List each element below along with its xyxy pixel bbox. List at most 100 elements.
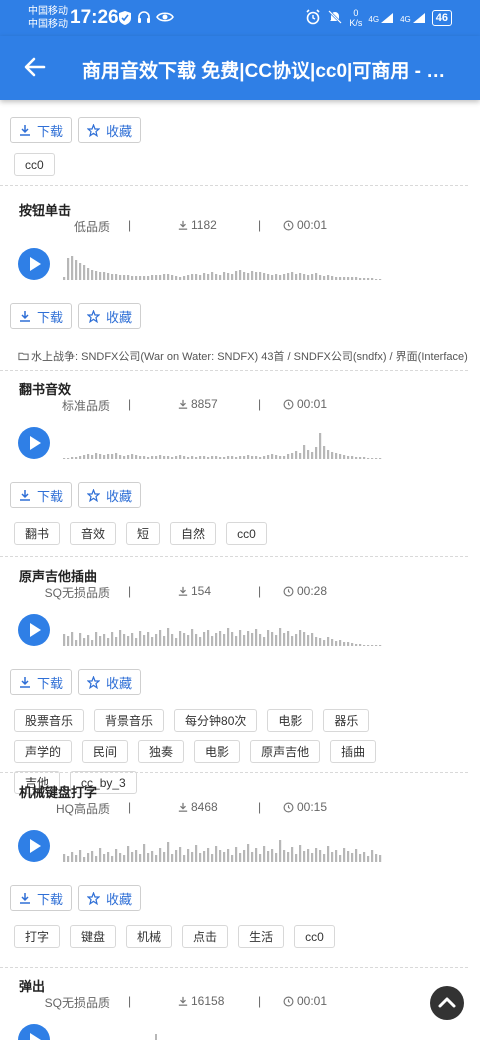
star-icon bbox=[87, 488, 101, 502]
wave-bar bbox=[163, 852, 166, 862]
play-button[interactable] bbox=[18, 427, 50, 459]
wave-bar bbox=[191, 456, 194, 459]
play-button[interactable] bbox=[18, 1024, 50, 1040]
back-arrow-icon[interactable] bbox=[20, 52, 50, 82]
wave-bar bbox=[187, 635, 190, 646]
wave-bar bbox=[307, 450, 310, 459]
waveform[interactable] bbox=[63, 822, 383, 862]
star-icon bbox=[87, 675, 101, 689]
star-icon bbox=[87, 309, 101, 323]
download-button[interactable]: 下载 bbox=[10, 885, 73, 911]
tag[interactable]: 每分钟80次 bbox=[174, 709, 258, 732]
wave-bar bbox=[67, 458, 70, 459]
tag[interactable]: 民间 bbox=[82, 740, 129, 763]
tag[interactable]: cc0 bbox=[226, 522, 267, 545]
tag[interactable]: cc0 bbox=[294, 925, 335, 948]
play-button[interactable] bbox=[18, 248, 50, 280]
wave-bar bbox=[231, 855, 234, 862]
wave-bar bbox=[255, 848, 258, 862]
waveform[interactable] bbox=[63, 606, 383, 646]
wave-bar bbox=[231, 456, 234, 459]
waveform[interactable] bbox=[63, 1016, 383, 1040]
wave-bar bbox=[83, 857, 86, 862]
mute-icon bbox=[327, 9, 343, 28]
waveform[interactable] bbox=[63, 419, 383, 459]
wave-bar bbox=[247, 273, 250, 280]
wave-bar bbox=[363, 645, 366, 646]
sound-title: 弹出 bbox=[19, 979, 46, 994]
tag[interactable]: 股票音乐 bbox=[14, 709, 85, 732]
tag[interactable]: 器乐 bbox=[323, 709, 370, 732]
wave-bar bbox=[135, 638, 138, 646]
wave-bar bbox=[211, 636, 214, 646]
wave-bar bbox=[123, 456, 126, 459]
wave-bar bbox=[63, 854, 66, 862]
favorite-button[interactable]: 收藏 bbox=[78, 117, 142, 143]
wave-bar bbox=[211, 272, 214, 280]
wave-bar bbox=[211, 456, 214, 459]
tag[interactable]: 自然 bbox=[170, 522, 217, 545]
tag[interactable]: 声学的 bbox=[14, 740, 73, 763]
wave-bar bbox=[287, 273, 290, 280]
tag[interactable]: 打字 bbox=[14, 925, 61, 948]
wave-bar bbox=[303, 632, 306, 646]
download-button[interactable]: 下载 bbox=[10, 303, 73, 329]
tag[interactable]: cc0 bbox=[14, 153, 55, 176]
tag[interactable]: 键盘 bbox=[70, 925, 117, 948]
tag[interactable]: 插曲 bbox=[330, 740, 377, 763]
favorite-button[interactable]: 收藏 bbox=[78, 885, 142, 911]
tag[interactable]: 机械 bbox=[126, 925, 173, 948]
wave-bar bbox=[295, 274, 298, 280]
wave-bar bbox=[199, 456, 202, 459]
wave-bar bbox=[343, 642, 346, 646]
download-count-icon bbox=[178, 586, 188, 596]
tag[interactable]: 短 bbox=[126, 522, 161, 545]
wave-bar bbox=[167, 842, 170, 862]
tag[interactable]: 电影 bbox=[267, 709, 314, 732]
wave-bar bbox=[179, 455, 182, 459]
wave-bar bbox=[203, 273, 206, 280]
tag[interactable]: 点击 bbox=[182, 925, 229, 948]
status-bar: 中国移动 中国移动 17:26 0 K/s 4G 4G 46 bbox=[0, 0, 480, 36]
favorite-button[interactable]: 收藏 bbox=[78, 669, 142, 695]
source-path[interactable]: 水上战争: SNDFX公司(War on Water: SNDFX) 43首 /… bbox=[18, 348, 468, 364]
wave-bar bbox=[375, 645, 378, 646]
tag[interactable]: 背景音乐 bbox=[94, 709, 165, 732]
wave-bar bbox=[147, 457, 150, 459]
tag[interactable]: 独奏 bbox=[138, 740, 185, 763]
wave-bar bbox=[259, 457, 262, 459]
signal-icon-2: 4G bbox=[400, 12, 426, 24]
app-bar: 商用音效下载 免费|CC协议|cc0|可商用 - … bbox=[0, 36, 480, 100]
download-count: 154 bbox=[191, 584, 212, 598]
clock-icon bbox=[283, 996, 294, 1006]
wave-bar bbox=[167, 456, 170, 459]
favorite-button[interactable]: 收藏 bbox=[78, 303, 142, 329]
tag[interactable]: 翻书 bbox=[14, 522, 61, 545]
scroll-to-top-button[interactable] bbox=[430, 986, 464, 1020]
wave-bar bbox=[255, 272, 258, 280]
wave-bar bbox=[291, 847, 294, 862]
wave-bar bbox=[219, 631, 222, 646]
wave-bar bbox=[191, 274, 194, 280]
tag[interactable]: 原声吉他 bbox=[250, 740, 321, 763]
wave-bar bbox=[147, 276, 150, 280]
wave-bar bbox=[263, 456, 266, 459]
wave-bar bbox=[63, 634, 66, 646]
sound-title: 原声吉他插曲 bbox=[19, 569, 98, 584]
wave-bar bbox=[171, 634, 174, 646]
tag[interactable]: 生活 bbox=[238, 925, 285, 948]
favorite-button[interactable]: 收藏 bbox=[78, 482, 142, 508]
wave-bar bbox=[99, 454, 102, 459]
wave-bar bbox=[175, 850, 178, 862]
waveform[interactable] bbox=[63, 240, 383, 280]
play-button[interactable] bbox=[18, 614, 50, 646]
download-button[interactable]: 下载 bbox=[10, 482, 73, 508]
play-button[interactable] bbox=[18, 830, 50, 862]
download-button[interactable]: 下载 bbox=[10, 117, 73, 143]
wave-bar bbox=[323, 854, 326, 862]
tag[interactable]: 电影 bbox=[194, 740, 241, 763]
download-button[interactable]: 下载 bbox=[10, 669, 73, 695]
download-count: 1182 bbox=[191, 218, 217, 232]
sound-title: 翻书音效 bbox=[19, 382, 72, 397]
tag[interactable]: 音效 bbox=[70, 522, 117, 545]
